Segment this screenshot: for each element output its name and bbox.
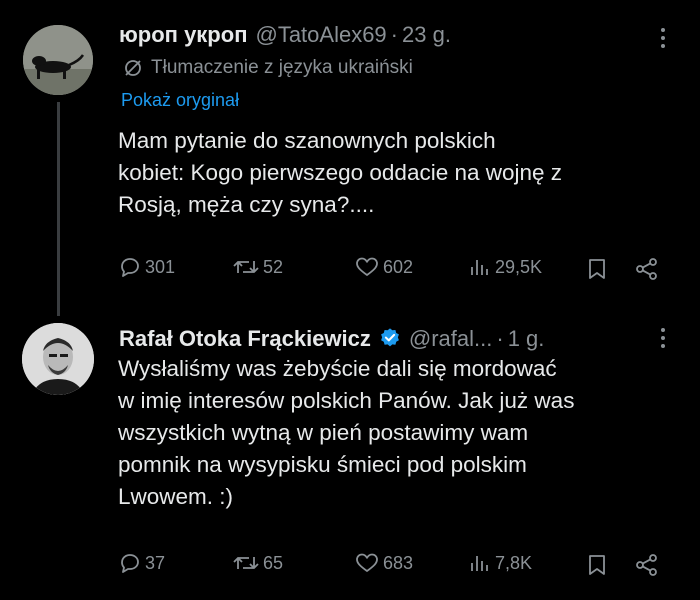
tweet-1[interactable]: юроп укроп @TatoAlex69 · 23 g. Tłumaczen… [0,0,700,316]
views-chart-icon [471,260,488,275]
author-handle[interactable]: @TatoAlex69 [255,22,386,48]
tweet-text-line: wszystkich wytną w pień postawimy wam [118,420,529,445]
author-name[interactable]: Rafał Otoka Frąckiewicz [119,326,371,352]
like-button[interactable]: 602 [354,255,413,279]
tweet-header: Rafał Otoka Frąckiewicz @rafal... · 1 g. [119,324,544,352]
show-original-link[interactable]: Pokaż oryginał [121,90,239,111]
translation-note: Tłumaczenie z języka ukraiński [123,57,413,79]
thread-line [57,102,60,316]
timestamp[interactable]: 23 g. [402,22,451,48]
tweet-text-line: pomnik na wysypisku śmieci pod polskim [118,452,527,477]
action-bar: 37 65 683 7,8K [118,551,668,581]
retweet-count: 52 [263,256,284,277]
verified-badge-icon [379,327,401,349]
retweet-button[interactable]: 65 [232,551,283,575]
reply-button[interactable]: 301 [118,255,175,279]
more-options-icon[interactable] [660,28,666,52]
separator: · [496,326,504,351]
bookmark-icon[interactable] [586,257,608,286]
translation-label: Tłumaczenie z języka ukraiński [151,57,413,78]
retweet-icon [233,261,259,273]
more-options-icon[interactable] [660,328,666,352]
retweet-icon [233,557,259,569]
share-icon[interactable] [634,553,660,582]
views-chart-icon [471,556,488,571]
avatar[interactable] [22,323,94,395]
author-name[interactable]: юроп укроп [119,22,247,48]
tweet-text: Wysłaliśmy was żebyście dali się mordowa… [118,353,678,513]
heart-icon [356,257,378,276]
reply-icon [121,554,139,573]
reply-count: 301 [145,256,176,277]
share-icon[interactable] [634,257,660,286]
tweet-header: юроп укроп @TatoAlex69 · 23 g. [119,22,451,48]
tweet-text-line: kobiet: Kogo pierwszego oddacie na wojnę… [118,160,563,185]
action-bar: 301 52 602 29,5K [118,255,668,285]
views-count: 7,8K [495,552,533,573]
heart-icon [356,553,378,572]
tweet-text-line: Rosją, męża czy syna?.... [118,192,375,217]
avatar-dog-image [23,25,93,95]
like-count: 602 [383,256,414,277]
translate-icon [125,60,141,76]
tweet-2[interactable]: Rafał Otoka Frąckiewicz @rafal... · 1 g.… [0,310,700,600]
views-count: 29,5K [495,256,543,277]
tweet-text-line: Mam pytanie do szanownych polskich [118,128,496,153]
like-count: 683 [383,552,414,573]
bookmark-icon[interactable] [586,553,608,582]
views-button[interactable]: 7,8K [468,551,532,575]
reply-icon [121,258,139,277]
retweet-button[interactable]: 52 [232,255,283,279]
tweet-text-line: Lwowem. :) [118,484,234,509]
timestamp[interactable]: 1 g. [508,326,545,352]
avatar[interactable] [23,25,93,95]
tweet-text-line: Wysłaliśmy was żebyście dali się mordowa… [118,356,557,381]
separator: · [390,22,398,47]
reply-button[interactable]: 37 [118,551,165,575]
tweet-text-line: w imię interesów polskich Panów. Jak już… [118,388,575,413]
like-button[interactable]: 683 [354,551,413,575]
avatar-portrait-image [22,323,94,395]
tweet-text: Mam pytanie do szanownych polskich kobie… [118,125,678,221]
author-handle[interactable]: @rafal... [409,326,492,352]
retweet-count: 65 [263,552,284,573]
reply-count: 37 [145,552,166,573]
views-button[interactable]: 29,5K [468,255,542,279]
